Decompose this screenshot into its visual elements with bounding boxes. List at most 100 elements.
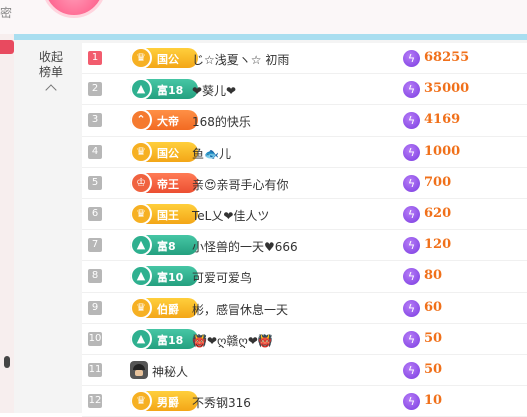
- ranking-row[interactable]: 8 ▲ 富10 可爱可爱鸟 ϟ 80: [82, 261, 527, 293]
- crown-icon: ♛: [130, 296, 152, 319]
- score-value: 700: [424, 174, 452, 190]
- badge-label: 富8: [157, 240, 176, 254]
- rank-number: 4: [88, 144, 102, 159]
- level-badge: ⌃ 大帝: [130, 109, 198, 132]
- score-value: 35000: [424, 81, 470, 97]
- badge-label: 男爵: [157, 396, 179, 410]
- score-value: 120: [424, 237, 452, 253]
- score-value: 68255: [424, 50, 470, 65]
- user-name[interactable]: 168的快乐: [192, 113, 251, 130]
- crown-icon: ⌃: [130, 109, 152, 132]
- rank-number: 3: [88, 113, 102, 128]
- level-badge: ♛ 国公: [130, 47, 198, 69]
- rank-number: 1: [88, 51, 102, 65]
- level-badge: ♛ 男爵: [130, 390, 198, 413]
- crown-icon: ♛: [130, 140, 152, 163]
- badge-label: 国王: [157, 208, 179, 222]
- level-badge: ▲ 富18: [130, 78, 198, 101]
- user-name[interactable]: 亲😍亲哥手心有你: [192, 176, 289, 193]
- level-badge: ▲ 富10: [130, 265, 198, 288]
- user-name[interactable]: 鱼🐟儿: [192, 145, 231, 162]
- rank-number: 8: [88, 269, 102, 284]
- level-badge: ♛ 国王: [130, 202, 198, 225]
- collapse-label-line1: 收起: [38, 50, 63, 64]
- crown-icon: ▲: [130, 78, 152, 101]
- user-name[interactable]: 小怪兽的一天♥666: [192, 238, 298, 255]
- score-value: 50: [424, 361, 443, 377]
- user-name[interactable]: 神秘人: [152, 363, 188, 380]
- badge-label: 富18: [157, 84, 184, 98]
- mystery-person-icon: [130, 360, 148, 379]
- crown-icon: ♛: [130, 390, 152, 413]
- rank-number: 11: [88, 362, 102, 377]
- rank-number: 12: [88, 394, 102, 409]
- score-value: 1000: [424, 143, 461, 159]
- user-name[interactable]: 不秀钢316: [192, 394, 251, 411]
- heart-gift-icon[interactable]: [42, 0, 106, 18]
- badge-label: 国公: [157, 146, 179, 160]
- user-name[interactable]: 👹❤ღ赣ღ❤👹: [192, 332, 273, 349]
- ranking-row[interactable]: 10 ▲ 富18 👹❤ღ赣ღ❤👹 ϟ 50: [82, 323, 527, 355]
- score-value: 4169: [424, 112, 461, 128]
- score-value: 10: [424, 393, 443, 409]
- user-name[interactable]: TeL乂❤佳人ツ: [192, 207, 269, 224]
- top-bar: 密: [0, 0, 527, 34]
- level-badge: ♛ 伯爵: [130, 296, 198, 319]
- lightning-coin-icon: ϟ: [403, 330, 420, 348]
- lightning-coin-icon: ϟ: [403, 112, 420, 130]
- rank-number: 2: [88, 82, 102, 97]
- lightning-coin-icon: ϟ: [403, 237, 420, 255]
- lightning-coin-icon: ϟ: [403, 393, 420, 411]
- score-value: 620: [424, 205, 452, 221]
- badge-label: 富10: [157, 271, 184, 285]
- lightning-coin-icon: ϟ: [403, 50, 420, 67]
- left-red-tab[interactable]: [0, 40, 14, 54]
- rank-number: 10: [88, 331, 102, 346]
- crown-icon: ♔: [130, 171, 152, 194]
- collapse-ranking-button[interactable]: 收起 榜单: [36, 50, 66, 96]
- ranking-row[interactable]: 1 ♛ 国公 じ☆浅夏ヽ☆ 初雨 ϟ 68255: [82, 43, 527, 75]
- ranking-row[interactable]: 11 神秘人 ϟ 50: [82, 354, 527, 387]
- level-badge: ▲ 富8: [130, 234, 198, 257]
- rank-number: 6: [88, 206, 102, 221]
- lightning-coin-icon: ϟ: [403, 361, 420, 379]
- lightning-coin-icon: ϟ: [403, 143, 420, 161]
- user-name[interactable]: 可爱可爱鸟: [192, 269, 252, 286]
- ranking-row[interactable]: 12 ♛ 男爵 不秀钢316 ϟ 10: [82, 386, 527, 417]
- ranking-row[interactable]: 7 ▲ 富8 小怪兽的一天♥666 ϟ 120: [82, 230, 527, 262]
- lightning-coin-icon: ϟ: [403, 268, 420, 286]
- rank-number: 9: [88, 300, 102, 315]
- collapse-label-line2: 榜单: [38, 65, 63, 79]
- ranking-row[interactable]: 5 ♔ 帝王 亲😍亲哥手心有你 ϟ 700: [82, 167, 527, 199]
- lightning-coin-icon: ϟ: [403, 299, 420, 317]
- lightning-coin-icon: ϟ: [403, 81, 420, 99]
- ranking-row[interactable]: 9 ♛ 伯爵 彬，感冒休息一天 ϟ 60: [82, 292, 527, 324]
- crown-icon: ♛: [130, 47, 152, 69]
- user-name[interactable]: じ☆浅夏ヽ☆ 初雨: [192, 51, 289, 68]
- badge-label: 帝王: [157, 177, 179, 191]
- rank-number: 7: [88, 238, 102, 253]
- chevron-up-icon: [45, 84, 57, 96]
- score-value: 80: [424, 268, 443, 284]
- crown-icon: ▲: [130, 265, 152, 288]
- ranking-list: 1 ♛ 国公 じ☆浅夏ヽ☆ 初雨 ϟ 68255 2 ▲ 富18 ❤葵儿❤ ϟ 35000 3 ⌃ 大帝 16…: [82, 43, 527, 417]
- ranking-row[interactable]: 3 ⌃ 大帝 168的快乐 ϟ 4169: [82, 105, 527, 137]
- lightning-coin-icon: ϟ: [403, 174, 420, 192]
- badge-label: 大帝: [157, 115, 179, 129]
- ranking-row[interactable]: 4 ♛ 国公 鱼🐟儿 ϟ 1000: [82, 136, 527, 168]
- badge-label: 富18: [157, 333, 184, 347]
- score-value: 60: [424, 299, 443, 315]
- user-name[interactable]: ❤葵儿❤: [192, 82, 236, 99]
- rank-number: 5: [88, 175, 102, 190]
- ranking-row[interactable]: 6 ♛ 国王 TeL乂❤佳人ツ ϟ 620: [82, 198, 527, 231]
- level-badge: ▲ 富18: [130, 327, 198, 350]
- badge-label: 国公: [157, 53, 179, 66]
- left-strip: [0, 34, 14, 413]
- ranking-row[interactable]: 2 ▲ 富18 ❤葵儿❤ ϟ 35000: [82, 74, 527, 106]
- crown-icon: ▲: [130, 234, 152, 257]
- crown-icon: ♛: [130, 202, 152, 225]
- top-label: 密: [0, 6, 13, 20]
- left-handle[interactable]: [4, 356, 10, 368]
- user-name[interactable]: 彬，感冒休息一天: [192, 301, 288, 318]
- level-badge: ♔ 帝王: [130, 171, 198, 194]
